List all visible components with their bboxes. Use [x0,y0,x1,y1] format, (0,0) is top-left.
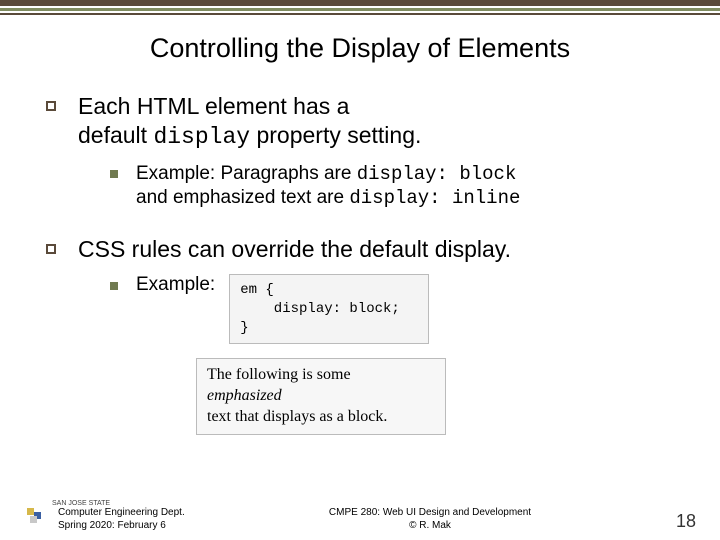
small-square-bullet-icon [110,170,118,178]
slide-title: Controlling the Display of Elements [0,33,720,64]
logo-text: SAN JOSE STATE [52,500,185,507]
slide-number: 18 [636,511,696,532]
rendered-output-box: The following is some emphasized text th… [196,358,446,434]
slide-footer: SAN JOSE STATE Computer Engineering Dept… [0,500,720,532]
square-bullet-icon [46,244,56,254]
decorative-top-bars [0,0,720,15]
bullet-1-text: Each HTML element has a default display … [78,92,421,152]
bullet-2-sub: Example: em { display: block; } [110,274,678,345]
result-line-2: emphasized [207,386,435,407]
bullet-1-sub-text: Example: Paragraphs are display: block a… [136,162,520,212]
square-bullet-icon [46,101,56,111]
sjsu-logo-icon [24,506,44,526]
result-line-3: text that displays as a block. [207,407,435,428]
bullet-2-text: CSS rules can override the default displ… [78,235,511,264]
bullet-1-sub: Example: Paragraphs are display: block a… [110,162,678,212]
slide-content: Each HTML element has a default display … [0,92,720,435]
small-square-bullet-icon [110,282,118,290]
example-label: Example: [136,274,215,296]
footer-course-info: CMPE 280: Web UI Design and Development … [224,507,636,532]
bullet-1: Each HTML element has a default display … [46,92,678,152]
code-example-box: em { display: block; } [229,274,429,345]
footer-dept: Computer Engineering Dept. Spring 2020: … [58,507,185,532]
result-line-1: The following is some [207,365,435,386]
bullet-2: CSS rules can override the default displ… [46,235,678,264]
